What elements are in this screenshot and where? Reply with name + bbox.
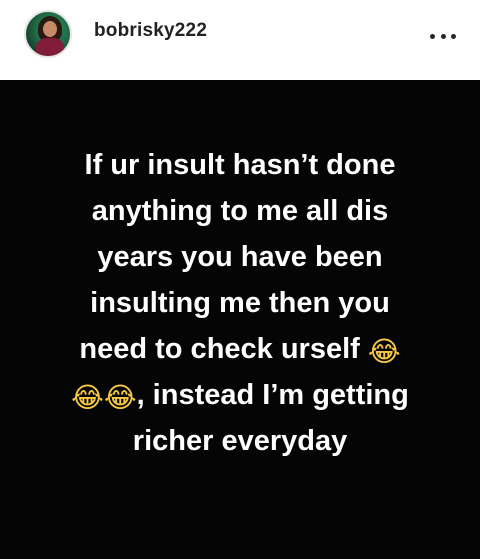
post-text-line-2: anything to me all dis xyxy=(91,195,389,227)
post-header: bobrisky222 xyxy=(0,0,480,80)
post-text-line-4: insulting me then you xyxy=(90,287,390,319)
avatar[interactable] xyxy=(24,10,72,58)
more-options-icon[interactable] xyxy=(430,32,456,40)
post-image[interactable]: If ur insult hasn’t done anything to me … xyxy=(0,80,480,559)
username[interactable]: bobrisky222 xyxy=(94,20,207,42)
post-text-line-3: years you have been xyxy=(97,241,383,273)
post-text-line-7: richer everyday xyxy=(132,425,348,457)
post-text-line-6: 😂😂, instead I’m getting xyxy=(71,379,409,413)
post-text: If ur insult hasn’t done anything to me … xyxy=(0,142,480,464)
post-text-line-1: If ur insult hasn’t done xyxy=(84,149,396,181)
dot-2 xyxy=(440,33,446,39)
laughing-tears-emoji-icon: 😂 xyxy=(367,336,401,367)
laughing-tears-emoji-icon: 😂 xyxy=(71,382,104,413)
laughing-tears-emoji-icon: 😂 xyxy=(103,382,137,413)
dot-3 xyxy=(451,33,456,39)
avatar-face xyxy=(43,21,57,37)
dot-1 xyxy=(430,33,435,39)
avatar-dress xyxy=(36,38,64,56)
post-text-line-5: need to check urself 😂 xyxy=(79,333,401,367)
instagram-post: bobrisky222 If ur insult hasn’t done any… xyxy=(0,0,480,559)
